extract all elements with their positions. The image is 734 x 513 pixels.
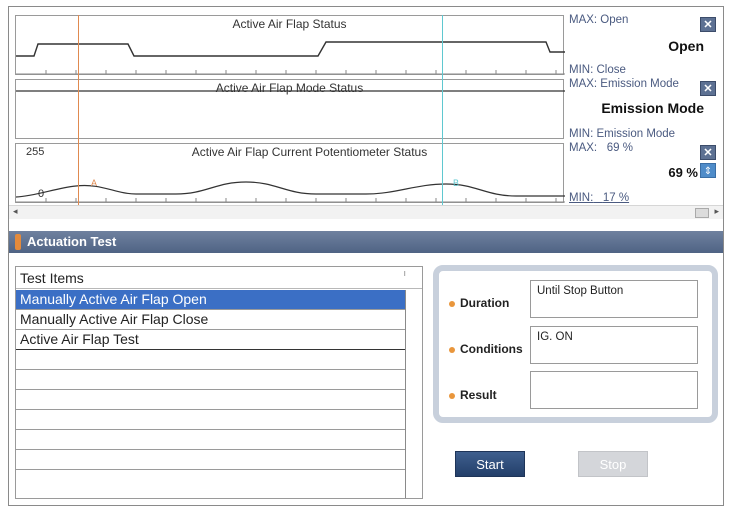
scroll-thumb[interactable] [695, 208, 709, 218]
scroll-left-arrow-icon[interactable]: ◂ [13, 206, 18, 217]
min-label: MIN: 17 % [569, 192, 630, 204]
current-value: Open [668, 38, 704, 54]
y-axis-max: 255 [26, 146, 45, 158]
result-label: Result [449, 388, 497, 402]
column-header: Test Items [20, 270, 84, 286]
empty-row [16, 470, 405, 490]
graph-air-flap-status-values: MAX: Open Open MIN: Close ✕ [567, 14, 722, 76]
graph-air-flap-status: Active Air Flap Status [15, 15, 565, 75]
duration-label: Duration [449, 296, 509, 310]
scan-tool-window: Active Air Flap Status MAX: Open Open MI… [8, 6, 724, 506]
duration-value: Until Stop Button [530, 280, 698, 318]
graph-title: Active Air Flap Mode Status [215, 81, 364, 95]
min-label: MIN: Emission Mode [569, 128, 676, 140]
max-label: MAX: Emission Mode [569, 78, 679, 90]
stop-button[interactable]: Stop [578, 451, 648, 477]
cursor-b-marker: B [453, 178, 460, 188]
bullet-icon [449, 346, 455, 353]
scroll-right-arrow-icon[interactable]: ▸ [714, 206, 719, 217]
bullet-icon [449, 392, 455, 399]
test-items-rows: Manually Active Air Flap Open Manually A… [16, 290, 405, 490]
test-items-table: Test Items ı Manually Active Air Flap Op… [15, 266, 423, 499]
section-title: Actuation Test [27, 234, 117, 249]
test-item-row[interactable]: Manually Active Air Flap Close [16, 310, 405, 330]
close-icon[interactable]: ✕ [700, 81, 716, 96]
max-label: MAX: Open [569, 14, 629, 26]
conditions-value: IG. ON [530, 326, 698, 364]
test-item-row[interactable]: Manually Active Air Flap Open [16, 290, 405, 310]
empty-row [16, 350, 405, 370]
actuation-test-header: Actuation Test [9, 231, 723, 253]
test-items-header: Test Items ı [16, 267, 422, 289]
empty-row [16, 430, 405, 450]
empty-row [16, 370, 405, 390]
test-info-panel: Duration Until Stop Button Conditions IG… [433, 265, 718, 423]
graph-air-flap-mode-values: MAX: Emission Mode Emission Mode MIN: Em… [567, 78, 722, 140]
graph-air-flap-mode-status: Active Air Flap Mode Status [15, 79, 565, 139]
close-icon[interactable]: ✕ [700, 145, 716, 160]
graph-potentiometer-status: Active Air Flap Current Potentiometer St… [15, 143, 565, 203]
graph-title: Active Air Flap Status [232, 17, 347, 31]
up-down-arrows-icon[interactable]: ⇕ [700, 163, 716, 178]
cursor-b-line[interactable] [442, 15, 443, 205]
max-label: MAX: 69 % [569, 142, 633, 154]
empty-row [16, 390, 405, 410]
cursor-a-marker: A [91, 178, 98, 188]
y-axis-min: 0 [38, 188, 45, 200]
graph-horizontal-scrollbar[interactable]: ◂ ▸ [9, 205, 723, 219]
header-marker-icon [15, 234, 21, 250]
test-item-row[interactable]: Active Air Flap Test [16, 330, 405, 350]
current-value: 69 % [668, 165, 698, 180]
column-resize-handle[interactable]: ı [403, 268, 406, 278]
graph-potentiometer-values: MAX: 69 % 69 % MIN: 17 % ✕ ⇕ [567, 142, 722, 204]
min-label: MIN: Close [569, 64, 626, 76]
close-icon[interactable]: ✕ [700, 17, 716, 32]
start-button[interactable]: Start [455, 451, 525, 477]
conditions-label: Conditions [449, 342, 523, 356]
column-divider [405, 290, 406, 498]
result-value [530, 371, 698, 409]
current-value: Emission Mode [601, 100, 704, 116]
empty-row [16, 450, 405, 470]
empty-row [16, 410, 405, 430]
cursor-a-line[interactable] [78, 15, 79, 205]
bullet-icon [449, 300, 455, 307]
graph-title: Active Air Flap Current Potentiometer St… [191, 145, 428, 159]
